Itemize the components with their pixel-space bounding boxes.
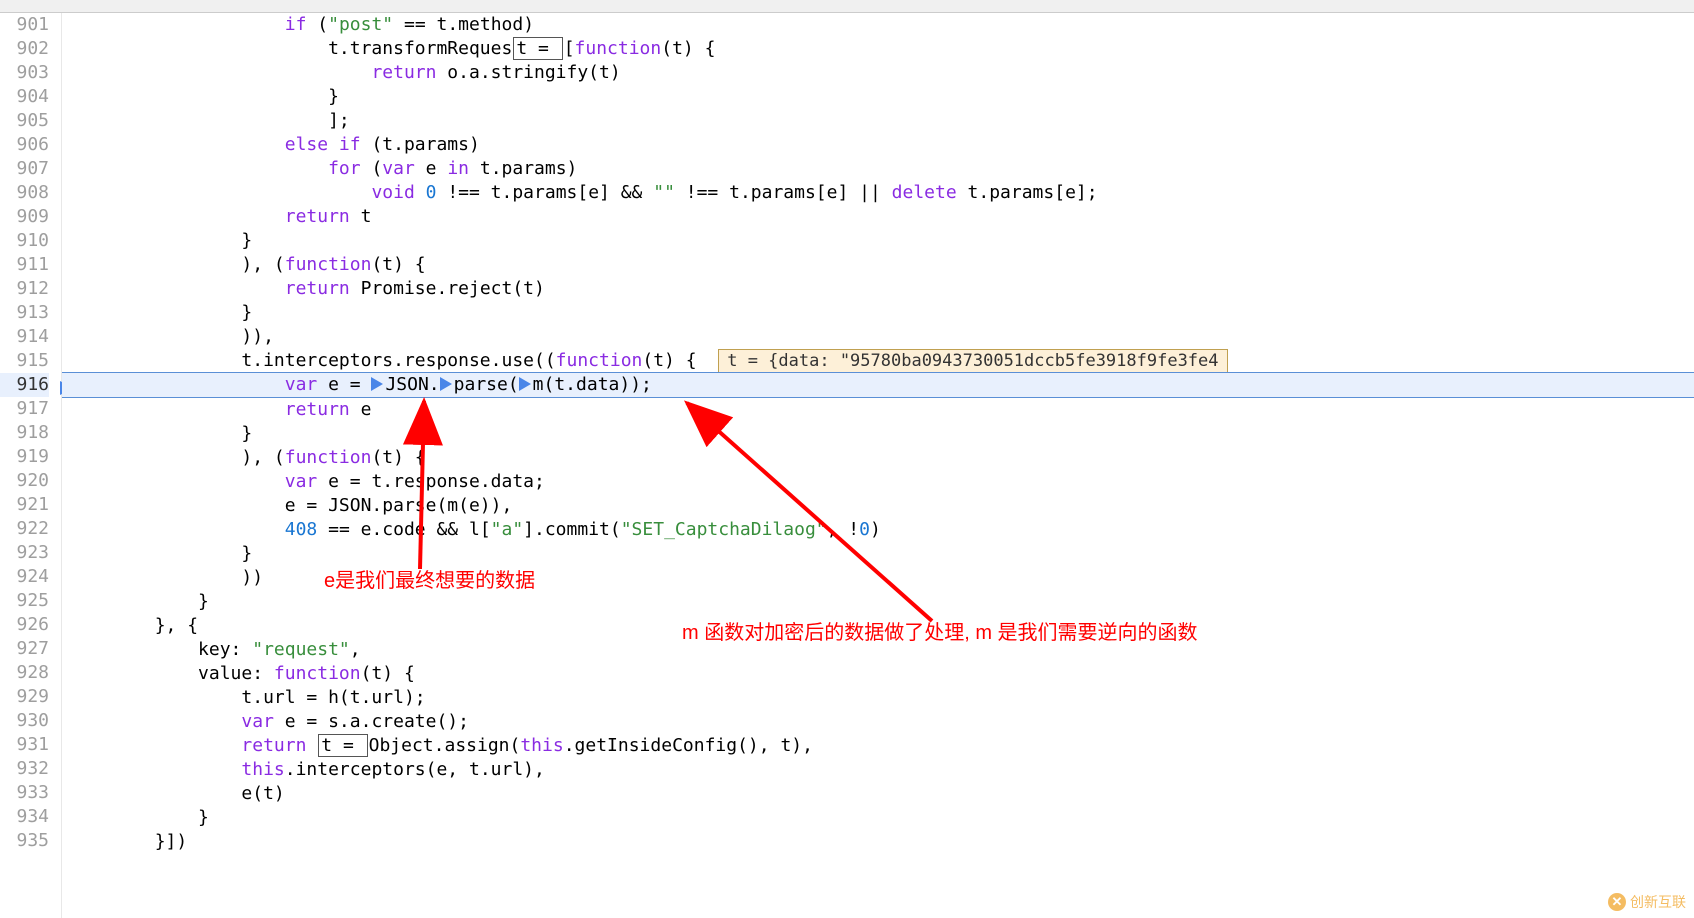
line-number: 935 [0,829,49,853]
line-number: 915 [0,349,49,373]
line-number: 934 [0,805,49,829]
line-number: 913 [0,301,49,325]
code-line[interactable]: e = JSON.parse(m(e)), [62,494,1694,518]
code-line[interactable]: )) [62,566,1694,590]
line-number: 926 [0,613,49,637]
line-number: 902 [0,37,49,61]
line-number: 919 [0,445,49,469]
line-number: 930 [0,709,49,733]
code-line[interactable]: return t = Object.assign(this.getInsideC… [62,734,1694,758]
line-number: 901 [0,13,49,37]
line-number: 906 [0,133,49,157]
line-number: 932 [0,757,49,781]
line-number: 912 [0,277,49,301]
step-marker-icon [440,377,452,391]
debug-value-tooltip: t = {data: "95780ba0943730051dccb5fe3918… [718,349,1227,373]
code-line-current[interactable]: var e = JSON.parse(m(t.data)); [62,372,1694,398]
line-number: 933 [0,781,49,805]
code-line[interactable]: return e [62,398,1694,422]
code-line[interactable]: t.interceptors.response.use((function(t)… [62,349,1694,373]
line-number: 931 [0,733,49,757]
line-number: 909 [0,205,49,229]
line-number: 920 [0,469,49,493]
line-number: 924 [0,565,49,589]
code-line[interactable]: value: function(t) { [62,662,1694,686]
code-line[interactable]: if ("post" == t.method) [62,13,1694,37]
code-line[interactable]: } [62,229,1694,253]
code-line[interactable]: for (var e in t.params) [62,157,1694,181]
code-line[interactable]: this.interceptors(e, t.url), [62,758,1694,782]
line-number: 922 [0,517,49,541]
line-number: 923 [0,541,49,565]
code-line[interactable]: e(t) [62,782,1694,806]
code-line[interactable]: return Promise.reject(t) [62,277,1694,301]
code-line[interactable]: ), (function(t) { [62,253,1694,277]
code-line[interactable]: } [62,542,1694,566]
code-line[interactable]: } [62,422,1694,446]
line-number: 905 [0,109,49,133]
code-content[interactable]: if ("post" == t.method) t.transformReque… [62,13,1694,918]
code-line[interactable]: ), (function(t) { [62,446,1694,470]
line-number: 928 [0,661,49,685]
line-number: 908 [0,181,49,205]
watermark: ✕ 创新互联 [1608,892,1686,912]
code-line[interactable]: 408 == e.code && l["a"].commit("SET_Capt… [62,518,1694,542]
watermark-text: 创新互联 [1630,892,1686,912]
line-number: 907 [0,157,49,181]
code-line[interactable]: key: "request", [62,638,1694,662]
line-number: 914 [0,325,49,349]
code-line[interactable]: }, { [62,614,1694,638]
code-line[interactable]: } [62,590,1694,614]
line-number: 921 [0,493,49,517]
line-number: 927 [0,637,49,661]
line-number-gutter: 901 902 903 904 905 906 907 908 909 910 … [0,13,62,918]
line-number: 910 [0,229,49,253]
code-line[interactable]: return o.a.stringify(t) [62,61,1694,85]
line-number: 918 [0,421,49,445]
top-toolbar [0,0,1694,13]
line-number: 903 [0,61,49,85]
code-line[interactable]: else if (t.params) [62,133,1694,157]
line-number: 925 [0,589,49,613]
code-line[interactable]: t.url = h(t.url); [62,686,1694,710]
code-line[interactable]: } [62,806,1694,830]
code-line[interactable]: void 0 !== t.params[e] && "" !== t.param… [62,181,1694,205]
code-line[interactable]: } [62,301,1694,325]
code-editor[interactable]: 901 902 903 904 905 906 907 908 909 910 … [0,13,1694,918]
code-line[interactable]: var e = t.response.data; [62,470,1694,494]
code-line[interactable]: }]) [62,830,1694,854]
code-line[interactable]: return t [62,205,1694,229]
line-number: 911 [0,253,49,277]
code-line[interactable]: var e = s.a.create(); [62,710,1694,734]
code-line[interactable]: ]; [62,109,1694,133]
step-marker-icon [371,377,383,391]
line-number-current: 916 [0,373,49,397]
line-number: 917 [0,397,49,421]
code-line[interactable]: )), [62,325,1694,349]
line-number: 904 [0,85,49,109]
step-marker-icon [519,377,531,391]
code-line[interactable]: t.transformRequest = [function(t) { [62,37,1694,61]
watermark-icon: ✕ [1608,893,1626,911]
line-number: 929 [0,685,49,709]
code-line[interactable]: } [62,85,1694,109]
